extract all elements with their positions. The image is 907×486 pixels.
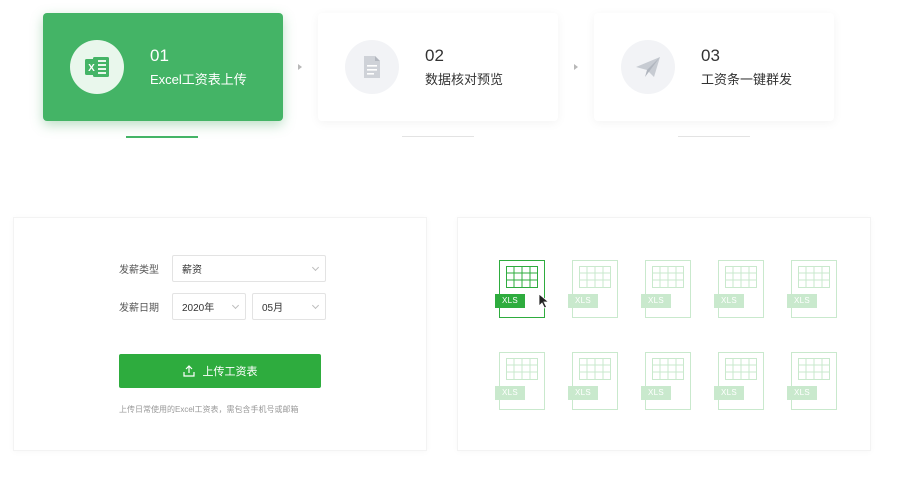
step-icon-circle: X: [70, 40, 124, 94]
step-label: Excel工资表上传: [150, 72, 247, 87]
pay-type-row: 发薪类型 薪资: [119, 255, 326, 282]
step-arrow-icon: [574, 64, 578, 70]
chevron-down-icon: [311, 263, 320, 272]
step-indicator: [402, 136, 474, 137]
pay-type-label: 发薪类型: [119, 265, 159, 276]
xls-file-icon: XLS: [641, 260, 691, 318]
xls-badge: XLS: [787, 386, 817, 400]
step-indicator-active: [126, 136, 198, 138]
pay-date-label: 发薪日期: [119, 303, 159, 314]
step-send[interactable]: 03 工资条一键群发: [594, 13, 834, 121]
xls-badge: XLS: [495, 386, 525, 400]
step-arrow-icon: [298, 64, 302, 70]
salary-upload-page: X 01 Excel工资表上传 02 数据核对预览 03 工资条一键群发 发薪类…: [0, 0, 907, 486]
xls-badge: XLS: [568, 294, 598, 308]
pay-month-select[interactable]: 05月: [252, 293, 326, 320]
upload-hint: 上传日常使用的Excel工资表，需包含手机号或邮箱: [119, 405, 299, 414]
step-number: 03: [701, 46, 720, 65]
svg-text:X: X: [88, 63, 95, 74]
xls-file-icon: XLS: [641, 352, 691, 410]
xls-file-icon: XLS: [787, 260, 837, 318]
xls-file-icon: XLS: [495, 352, 545, 410]
document-icon: [364, 56, 380, 78]
upload-button-label: 上传工资表: [202, 366, 258, 378]
xls-file-icon: XLS: [568, 352, 618, 410]
step-label: 工资条一键群发: [701, 72, 793, 87]
file-illustration-panel: XLS XLS XLS XLS XLS XLS XLS XLS XLS XLS: [457, 217, 871, 451]
spreadsheet-grid-icon: [798, 358, 830, 385]
step-number: 01: [150, 46, 169, 65]
xls-file-icon: XLS: [568, 260, 618, 318]
pay-year-value: 2020年: [182, 303, 215, 314]
xls-file-icon: XLS: [714, 352, 764, 410]
xls-badge: XLS: [641, 294, 671, 308]
upload-icon: [182, 365, 195, 377]
xls-badge: XLS: [714, 386, 744, 400]
xls-badge: XLS: [641, 386, 671, 400]
step-icon-circle: [345, 40, 399, 94]
xls-badge: XLS: [787, 294, 817, 308]
spreadsheet-grid-icon: [579, 266, 611, 293]
xls-badge: XLS: [714, 294, 744, 308]
step-icon-circle: [621, 40, 675, 94]
mouse-cursor-icon: [538, 293, 550, 314]
spreadsheet-grid-icon: [725, 266, 757, 293]
upload-form-panel: 发薪类型 薪资 发薪日期 2020年 05月 上传工资表 上传日常使用的Exce…: [13, 217, 427, 451]
spreadsheet-grid-icon: [506, 358, 538, 385]
spreadsheet-grid-icon: [725, 358, 757, 385]
send-plane-icon: [636, 57, 660, 77]
excel-icon: X: [85, 57, 109, 77]
pay-year-select[interactable]: 2020年: [172, 293, 246, 320]
spreadsheet-grid-icon: [652, 266, 684, 293]
step-indicator: [678, 136, 750, 137]
xls-file-icon: XLS: [787, 352, 837, 410]
pay-month-value: 05月: [262, 303, 284, 314]
upload-salary-button[interactable]: 上传工资表: [119, 354, 321, 388]
pay-type-select[interactable]: 薪资: [172, 255, 326, 282]
xls-file-icon: XLS: [714, 260, 764, 318]
spreadsheet-grid-icon: [652, 358, 684, 385]
spreadsheet-grid-icon: [506, 266, 538, 293]
step-number: 02: [425, 46, 444, 65]
step-label: 数据核对预览: [425, 72, 504, 87]
spreadsheet-grid-icon: [798, 266, 830, 293]
step-upload[interactable]: X 01 Excel工资表上传: [43, 13, 283, 121]
chevron-down-icon: [311, 301, 320, 310]
chevron-down-icon: [231, 301, 240, 310]
step-preview[interactable]: 02 数据核对预览: [318, 13, 558, 121]
xls-badge: XLS: [568, 386, 598, 400]
pay-type-value: 薪资: [182, 265, 202, 276]
xls-badge: XLS: [495, 294, 525, 308]
spreadsheet-grid-icon: [579, 358, 611, 385]
pay-date-row: 发薪日期 2020年 05月: [119, 293, 326, 320]
